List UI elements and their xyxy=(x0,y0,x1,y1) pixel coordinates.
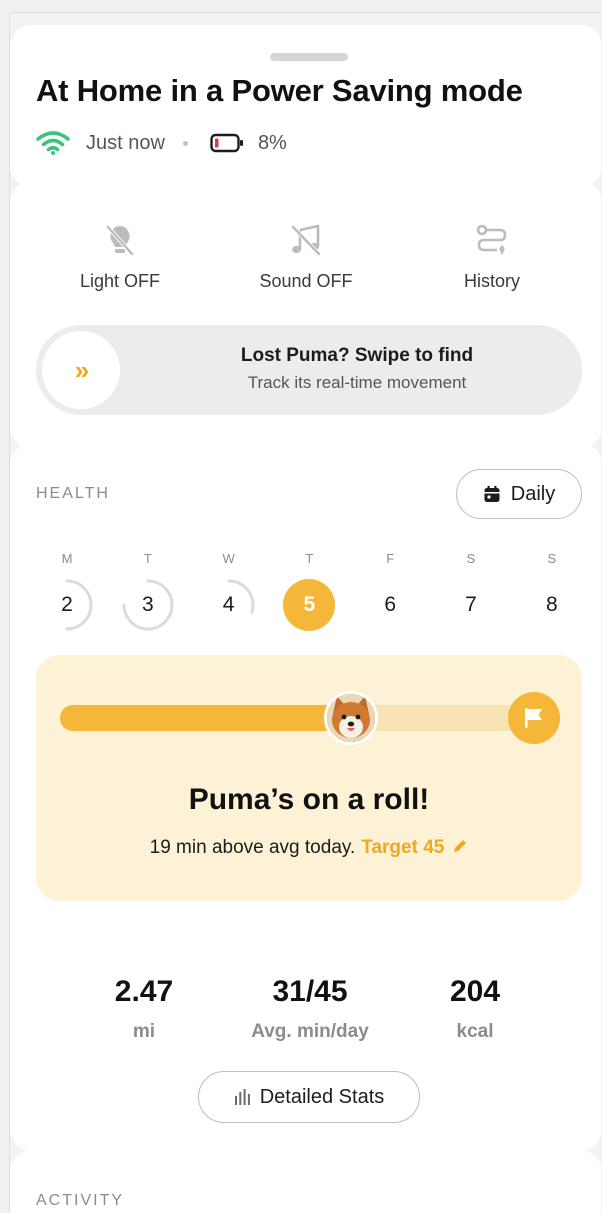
day-ring: 4 xyxy=(201,577,257,633)
page-title: At Home in a Power Saving mode xyxy=(36,73,523,108)
activity-card: ACTIVITY xyxy=(10,1150,601,1213)
goal-summary: 19 min above avg today. Target 45 xyxy=(36,837,582,859)
battery-low-icon xyxy=(210,133,243,153)
history-icon xyxy=(476,224,507,255)
distance-unit: mi xyxy=(132,1021,156,1042)
period-selector-label: Daily xyxy=(510,482,556,505)
day-7[interactable]: S7 xyxy=(441,551,501,633)
day-2[interactable]: M2 xyxy=(37,551,97,633)
double-chevron-right-icon: » xyxy=(74,354,90,385)
detailed-stats-button[interactable]: Detailed Stats xyxy=(198,1071,420,1123)
dog-face-image xyxy=(327,694,376,742)
find-pet-swipe-slider[interactable]: » Lost Puma? Swipe to find Track its rea… xyxy=(36,325,582,415)
edit-target-link[interactable]: Target 45 xyxy=(361,837,444,858)
health-card: HEALTH Daily M2T3W4T5F6S7S8 Puma’s on a … xyxy=(10,443,601,1151)
status-card: At Home in a Power Saving mode Just now … xyxy=(10,25,601,187)
swipe-subtitle: Track its real-time movement xyxy=(247,373,467,392)
calendar-icon xyxy=(484,485,500,502)
pencil-icon[interactable] xyxy=(452,838,468,854)
sound-toggle-button[interactable]: Sound OFF xyxy=(226,221,386,292)
day-number: 3 xyxy=(141,593,154,616)
day-ring: 6 xyxy=(362,577,418,633)
day-ring: 8 xyxy=(524,577,580,633)
flag-icon xyxy=(525,708,542,728)
history-label: History xyxy=(463,271,520,291)
swipe-title: Lost Puma? Swipe to find xyxy=(240,345,474,366)
goal-progress-track xyxy=(60,705,530,731)
active-minutes-unit: Avg. min/day xyxy=(251,1021,369,1042)
day-ring: 5 xyxy=(281,577,337,633)
sheet-grabber[interactable] xyxy=(270,53,348,61)
calories-stat: 204 kcal xyxy=(385,975,565,1043)
last-updated: Just now xyxy=(86,131,165,154)
day-5[interactable]: T5 xyxy=(279,551,339,633)
goal-summary-text: 19 min above avg today. xyxy=(149,837,356,858)
controls-card: Light OFF Sound OFF History » Lost Puma?… xyxy=(10,181,601,449)
day-number: 2 xyxy=(61,593,73,616)
day-number: 5 xyxy=(303,593,316,616)
distance-value: 2.47 xyxy=(114,975,174,1008)
day-of-week-label: W xyxy=(222,551,235,566)
day-ring: 2 xyxy=(39,577,95,633)
day-of-week-label: S xyxy=(466,551,476,566)
active-minutes-value: 31/45 xyxy=(272,975,348,1008)
day-ring: 7 xyxy=(443,577,499,633)
activity-section-label: ACTIVITY xyxy=(36,1192,125,1209)
health-section-label: HEALTH xyxy=(36,485,110,502)
light-off-icon xyxy=(106,225,134,256)
goal-progress-fill xyxy=(60,705,352,731)
day-number: 7 xyxy=(465,593,477,616)
pet-avatar xyxy=(324,691,379,745)
day-of-week-label: M xyxy=(61,551,73,566)
sound-toggle-label: Sound OFF xyxy=(259,271,353,291)
swipe-handle[interactable]: » xyxy=(42,331,120,409)
day-8[interactable]: S8 xyxy=(522,551,582,633)
day-number: 8 xyxy=(545,593,558,616)
day-3[interactable]: T3 xyxy=(118,551,178,633)
week-day-selector: M2T3W4T5F6S7S8 xyxy=(10,551,601,641)
goal-flag-marker xyxy=(508,692,560,744)
day-of-week-label: T xyxy=(305,551,314,566)
distance-stat: 2.47 mi xyxy=(54,975,234,1043)
goal-progress-card: Puma’s on a roll! 19 min above avg today… xyxy=(36,655,582,901)
day-number: 6 xyxy=(384,593,397,616)
day-of-week-label: S xyxy=(547,551,557,566)
period-selector-button[interactable]: Daily xyxy=(456,469,582,519)
wifi-icon xyxy=(36,131,70,155)
sound-off-icon xyxy=(291,224,321,256)
day-number: 4 xyxy=(222,593,235,616)
goal-headline: Puma’s on a roll! xyxy=(188,783,430,816)
active-minutes-stat: 31/45 Avg. min/day xyxy=(220,975,400,1043)
stats-row: 2.47 mi 31/45 Avg. min/day 204 kcal xyxy=(10,975,601,1055)
day-of-week-label: T xyxy=(143,551,152,566)
day-ring: 3 xyxy=(120,577,176,633)
status-row: Just now 8% xyxy=(36,129,287,157)
day-of-week-label: F xyxy=(386,551,395,566)
bar-chart-icon xyxy=(234,1089,250,1105)
calories-value: 204 xyxy=(449,975,501,1008)
light-toggle-button[interactable]: Light OFF xyxy=(40,221,200,292)
app-frame: At Home in a Power Saving mode Just now … xyxy=(9,12,601,1213)
battery-level: 8% xyxy=(257,131,287,154)
separator-dot xyxy=(182,140,188,146)
day-4[interactable]: W4 xyxy=(199,551,259,633)
detailed-stats-label: Detailed Stats xyxy=(259,1085,385,1108)
day-6[interactable]: F6 xyxy=(360,551,420,633)
history-button[interactable]: History xyxy=(412,221,572,292)
calories-unit: kcal xyxy=(456,1021,494,1042)
light-toggle-label: Light OFF xyxy=(79,271,161,291)
